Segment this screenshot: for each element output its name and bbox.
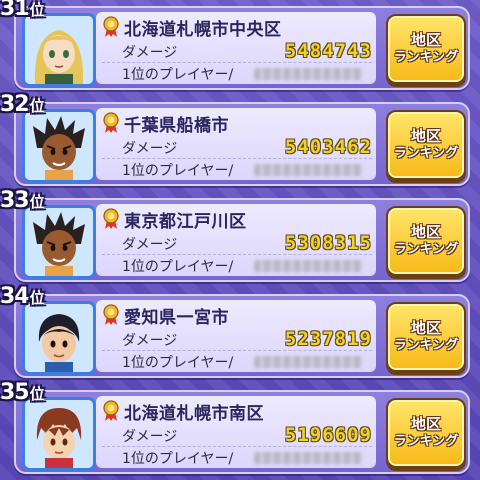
damage-label: ダメージ (122, 429, 178, 445)
top-player-name-blurred (254, 260, 362, 272)
rank-number: 33位 (0, 188, 45, 213)
area-ranking-button[interactable]: 地区 ランキング (386, 398, 466, 468)
damage-value: 5484743 (284, 40, 372, 62)
area-name: 北海道札幌市中央区 (124, 19, 282, 40)
top-player-name-blurred (254, 68, 362, 80)
entry-info-panel: 北海道札幌市中央区 ダメージ 5484743 1位のプレイヤー/ (96, 12, 376, 84)
area-ranking-button[interactable]: 地区 ランキング (386, 302, 466, 372)
top-player-label: 1位のプレイヤー/ (122, 355, 234, 371)
damage-value: 5196609 (284, 424, 372, 446)
top-player-label: 1位のプレイヤー/ (122, 451, 234, 467)
top-player-label: 1位のプレイヤー/ (122, 67, 234, 83)
ranking-row: 34位 愛知県一宮市 ダメージ 5237819 1位のプレイヤー/ 地区 ランキ… (0, 284, 480, 380)
avatar-dark-spiky-boy (22, 205, 96, 279)
rank-number: 34位 (0, 284, 45, 309)
medal-icon (103, 112, 119, 133)
avatar-black-hair-boy (22, 301, 96, 375)
top-player-label: 1位のプレイヤー/ (122, 163, 234, 179)
damage-label: ダメージ (122, 333, 178, 349)
area-ranking-button[interactable]: 地区 ランキング (386, 206, 466, 276)
damage-value: 5403462 (284, 136, 372, 158)
area-name: 愛知県一宮市 (124, 307, 229, 328)
entry-info-panel: 千葉県船橋市 ダメージ 5403462 1位のプレイヤー/ (96, 108, 376, 180)
top-player-name-blurred (254, 164, 362, 176)
avatar-brown-hair-boy (22, 397, 96, 471)
ranking-list: 31位 北海道札幌市中央区 ダメージ 5484743 1位のプレイヤー/ 地区 … (0, 0, 480, 480)
damage-value: 5308315 (284, 232, 372, 254)
avatar-blonde-girl (22, 13, 96, 87)
damage-value: 5237819 (284, 328, 372, 350)
area-ranking-button[interactable]: 地区 ランキング (386, 14, 466, 84)
damage-label: ダメージ (122, 45, 178, 61)
rank-number: 31位 (0, 0, 45, 21)
ranking-row: 35位 北海道札幌市南区 ダメージ 5196609 1位のプレイヤー/ 地区 ラ… (0, 380, 480, 476)
entry-info-panel: 北海道札幌市南区 ダメージ 5196609 1位のプレイヤー/ (96, 396, 376, 468)
ranking-row: 31位 北海道札幌市中央区 ダメージ 5484743 1位のプレイヤー/ 地区 … (0, 0, 480, 92)
entry-info-panel: 愛知県一宮市 ダメージ 5237819 1位のプレイヤー/ (96, 300, 376, 372)
area-name: 東京都江戸川区 (124, 211, 247, 232)
entry-info-panel: 東京都江戸川区 ダメージ 5308315 1位のプレイヤー/ (96, 204, 376, 276)
damage-label: ダメージ (122, 141, 178, 157)
ranking-card: 北海道札幌市南区 ダメージ 5196609 1位のプレイヤー/ 地区 ランキング (14, 390, 470, 474)
top-player-name-blurred (254, 356, 362, 368)
ranking-card: 愛知県一宮市 ダメージ 5237819 1位のプレイヤー/ 地区 ランキング (14, 294, 470, 378)
ranking-card: 北海道札幌市中央区 ダメージ 5484743 1位のプレイヤー/ 地区 ランキン… (14, 6, 470, 90)
medal-icon (103, 208, 119, 229)
top-player-label: 1位のプレイヤー/ (122, 259, 234, 275)
top-player-name-blurred (254, 452, 362, 464)
rank-number: 32位 (0, 92, 45, 117)
ranking-card: 東京都江戸川区 ダメージ 5308315 1位のプレイヤー/ 地区 ランキング (14, 198, 470, 282)
area-name: 北海道札幌市南区 (124, 403, 264, 424)
rank-number: 35位 (0, 380, 45, 405)
ranking-card: 千葉県船橋市 ダメージ 5403462 1位のプレイヤー/ 地区 ランキング (14, 102, 470, 186)
ranking-row: 33位 東京都江戸川区 ダメージ 5308315 1位のプレイヤー/ 地区 ラン… (0, 188, 480, 284)
damage-label: ダメージ (122, 237, 178, 253)
medal-icon (103, 16, 119, 37)
medal-icon (103, 304, 119, 325)
ranking-row: 32位 千葉県船橋市 ダメージ 5403462 1位のプレイヤー/ 地区 ランキ… (0, 92, 480, 188)
area-ranking-button[interactable]: 地区 ランキング (386, 110, 466, 180)
medal-icon (103, 400, 119, 421)
avatar-dark-spiky-boy (22, 109, 96, 183)
area-name: 千葉県船橋市 (124, 115, 229, 136)
